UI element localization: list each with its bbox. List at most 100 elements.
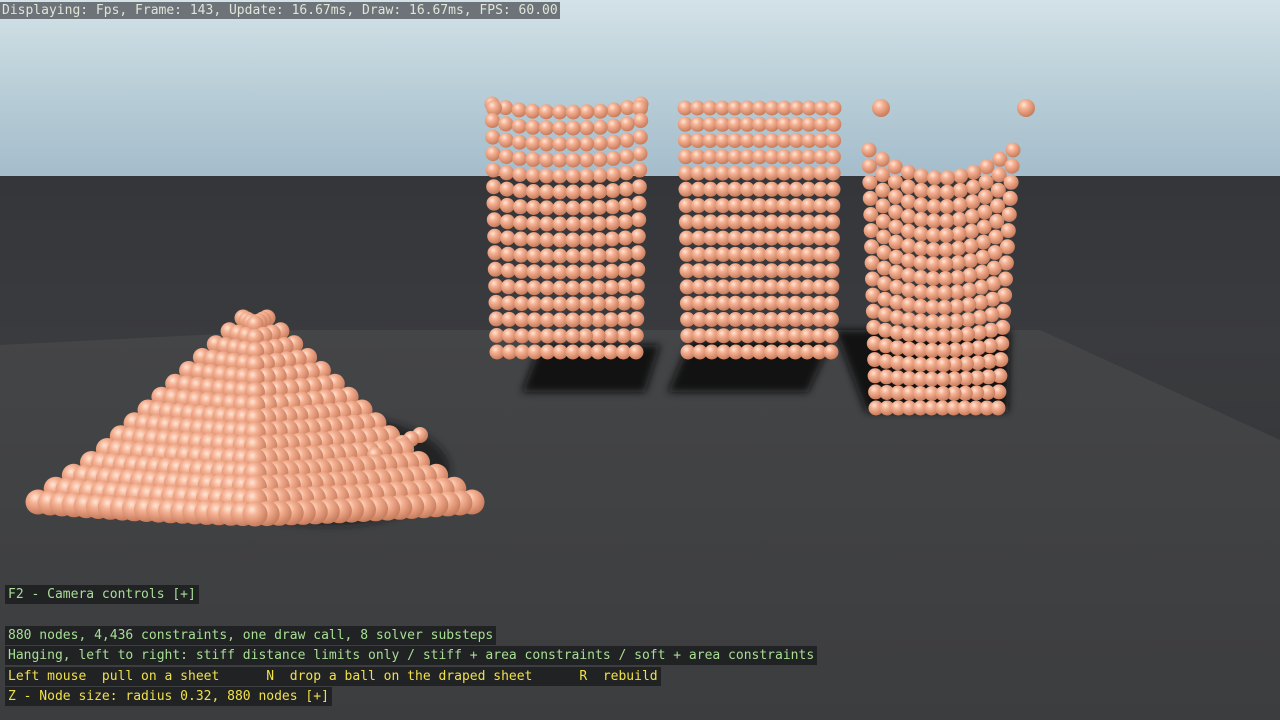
- sheet-1-node: [632, 129, 648, 145]
- sheet-1-node: [527, 312, 543, 328]
- sheet-1-node: [578, 216, 594, 232]
- sheet-3-node: [874, 151, 890, 167]
- sheet-3-node: [939, 199, 955, 214]
- sheet-1-node: [552, 200, 568, 216]
- sheet-3-node: [936, 342, 952, 358]
- sheet-3-node: [888, 204, 904, 220]
- sheet-1-node: [579, 136, 595, 152]
- sheet-1-node: [578, 184, 594, 200]
- sheet-1-node: [552, 184, 568, 200]
- sheet-1-node: [552, 120, 568, 136]
- sheet-3-node: [937, 285, 953, 301]
- sheet-1-node: [578, 232, 594, 248]
- sheet-1-node: [513, 247, 529, 263]
- sheet-3-node: [861, 142, 877, 158]
- sheet-1-node: [525, 119, 541, 135]
- render-viewport[interactable]: Displaying: Fps, Frame: 143, Update: 16.…: [0, 0, 1280, 720]
- sheet-3-node: [900, 194, 916, 210]
- sheet-3-node: [874, 167, 890, 183]
- camera-controls-toggle[interactable]: F2 - Camera controls [+]: [5, 585, 199, 604]
- sheet-3-node: [913, 211, 929, 227]
- sheet-3-node: [938, 242, 954, 258]
- sheet-1-node: [539, 152, 554, 168]
- sheet-1-node: [527, 296, 542, 312]
- sheet-1-node: [565, 312, 581, 328]
- simulation-scene[interactable]: [0, 0, 1280, 720]
- node-size-toggle[interactable]: Z - Node size: radius 0.32, 880 nodes [+…: [5, 687, 332, 706]
- sheet-1-node: [565, 104, 581, 120]
- sheet-1-node: [592, 184, 608, 199]
- sheet-1-node: [603, 312, 619, 328]
- sheet-1-node: [578, 248, 594, 264]
- sheet-1-node: [525, 103, 541, 119]
- sheet-1-node: [514, 296, 530, 312]
- sheet-3-node: [888, 189, 904, 205]
- sheet-1-node: [633, 113, 649, 128]
- sheet-1-node: [539, 216, 555, 232]
- sheet-3-node: [936, 328, 952, 344]
- sheet-1-node: [499, 181, 515, 197]
- sheet-1-node: [565, 280, 581, 296]
- sheet-1-node: [488, 278, 504, 294]
- sheet-3-node: [963, 238, 979, 254]
- sheet-3-node: [926, 199, 942, 214]
- sheet-1-node: [500, 230, 516, 246]
- sheet-3-node: [935, 371, 951, 387]
- sheet-3-node: [965, 179, 981, 195]
- sheet-1-node: [526, 216, 542, 232]
- sheet-2-node: [825, 214, 841, 230]
- sheet-1-node: [592, 119, 608, 135]
- sheet-3-node: [952, 197, 968, 213]
- sheet-1-node: [592, 151, 608, 167]
- sheet-1-node: [525, 167, 541, 183]
- sheet-1-node: [565, 232, 581, 248]
- sheet-1-node: [500, 214, 515, 230]
- sheet-1-node: [486, 212, 502, 228]
- sheet-2-node: [826, 133, 842, 148]
- sheet-1-node: [565, 184, 581, 200]
- sheet-1-node: [526, 264, 542, 280]
- sheet-3-node: [962, 253, 978, 269]
- sheet-1-node: [487, 261, 503, 277]
- sheet-2-node: [824, 230, 840, 246]
- sheet-1-node: [513, 231, 529, 247]
- sheet-3-node: [953, 168, 969, 184]
- sheet-3-node: [938, 256, 954, 272]
- sheet-3-anchor: [1017, 99, 1035, 117]
- sheet-1-node: [591, 264, 607, 280]
- sheet-1-node: [488, 311, 504, 327]
- sheet-3-node: [965, 194, 981, 210]
- sheet-3-node: [901, 238, 917, 254]
- sheet-3-node: [913, 182, 929, 198]
- info-nodes-text: 880 nodes, 4,436 constraints, one draw c…: [5, 626, 497, 645]
- sheet-2-node: [823, 312, 839, 327]
- sheet-3-node: [887, 159, 903, 175]
- sheet-1-node: [618, 181, 634, 197]
- sheet-2-node: [826, 100, 842, 116]
- sheet-1-node: [631, 179, 647, 195]
- sheet-1-node: [552, 216, 568, 232]
- sheet-1-node: [499, 165, 515, 181]
- sheet-1-node: [591, 296, 606, 312]
- sheet-1-node: [512, 150, 528, 166]
- draped-node: [242, 501, 268, 527]
- sheet-1-node: [538, 136, 554, 152]
- sheet-1-node: [629, 294, 645, 310]
- sheet-1-node: [539, 248, 555, 264]
- sheet-1-node: [617, 263, 633, 278]
- sheet-1-node: [511, 102, 527, 118]
- sheet-3-node: [1004, 158, 1020, 174]
- sheet-1-node: [552, 248, 568, 264]
- sheet-1-node: [606, 102, 622, 118]
- sheet-3-node: [979, 159, 995, 175]
- sheet-3-node: [966, 164, 982, 180]
- sheet-1-node: [565, 328, 581, 344]
- sheet-1-node: [617, 230, 633, 246]
- sheet-1-node: [618, 197, 634, 213]
- sheet-1-node: [565, 168, 581, 184]
- sheet-1-node: [487, 245, 503, 261]
- sheet-1-node: [591, 232, 607, 248]
- sheet-1-node: [538, 104, 554, 120]
- sheet-1-node: [629, 311, 645, 327]
- sheet-1-node: [565, 264, 581, 280]
